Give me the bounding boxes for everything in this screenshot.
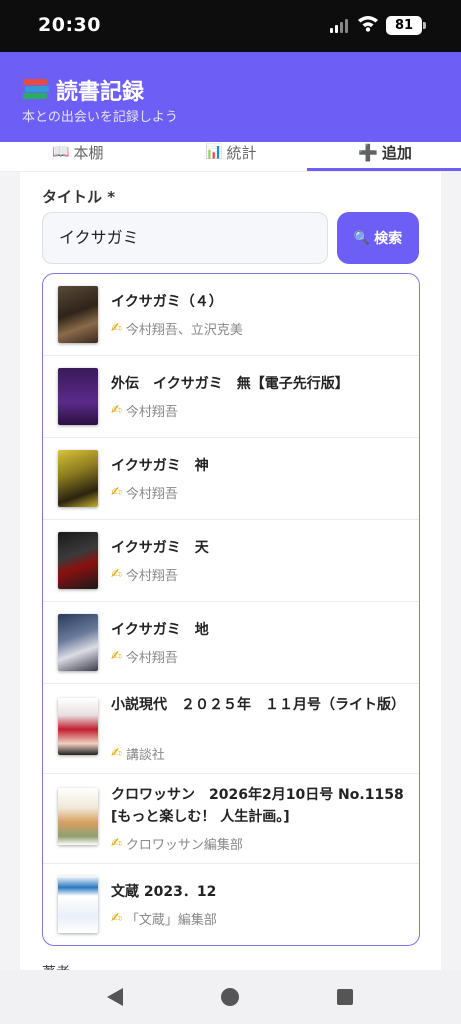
result-title: イクサガミ（４） — [111, 294, 223, 310]
result-author: ✍ 今村翔吾 — [111, 401, 178, 420]
result-title: 外伝 イクサガミ 無【電子先行版】 — [111, 376, 349, 392]
status-time: 20:30 — [38, 14, 101, 36]
app-title: 読書記録 — [22, 74, 144, 106]
books-icon — [22, 79, 49, 101]
result-title: クロワッサン 2026年2月10日号 No.1158 [もっと楽しむ！ 人生計画… — [111, 787, 404, 825]
book-cover — [58, 286, 98, 343]
book-cover — [58, 876, 98, 933]
writing-hand-icon: ✍ — [111, 746, 122, 761]
result-title: イクサガミ 天 — [111, 540, 209, 556]
tab-bar: 📖 本棚 📊 統計 ➕ 追加 — [0, 142, 461, 172]
writing-hand-icon: ✍ — [111, 403, 122, 418]
result-title: イクサガミ 神 — [111, 458, 209, 474]
app-subtitle: 本との出会いを記録しよう — [22, 110, 178, 125]
app-header: 読書記録 本との出会いを記録しよう — [0, 52, 461, 142]
search-icon: 🔍 — [353, 230, 371, 246]
book-icon: 📖 — [52, 144, 70, 160]
writing-hand-icon: ✍ — [111, 649, 122, 664]
result-author-text: クロワッサン編集部 — [125, 838, 243, 853]
status-bar: 20:30 81 — [0, 0, 461, 52]
title-field-label: タイトル * — [42, 188, 116, 206]
book-cover — [58, 698, 98, 755]
result-author-text: 今村翔吾 — [125, 651, 178, 666]
result-author: ✍ 今村翔吾、立沢克美 — [111, 319, 243, 338]
search-button-label: 検索 — [374, 231, 403, 247]
search-button[interactable]: 🔍 検索 — [337, 212, 419, 264]
book-cover — [58, 368, 98, 425]
writing-hand-icon: ✍ — [111, 567, 122, 582]
result-author: ✍ 今村翔吾 — [111, 565, 178, 584]
book-cover — [58, 788, 98, 845]
tab-bookshelf[interactable]: 📖 本棚 — [52, 142, 104, 171]
result-author: ✍ クロワッサン編集部 — [111, 834, 243, 853]
result-author-text: 今村翔吾 — [125, 405, 178, 420]
result-item[interactable]: 小説現代 ２０２５年 １１月号（ライト版） ✍ 講談社 — [43, 684, 419, 774]
home-icon[interactable] — [221, 988, 239, 1006]
tab-label: 統計 — [226, 143, 257, 162]
result-author-text: 今村翔吾 — [125, 487, 178, 502]
result-item[interactable]: イクサガミ 神 ✍ 今村翔吾 — [43, 438, 419, 520]
result-item[interactable]: イクサガミ（４） ✍ 今村翔吾、立沢克美 — [43, 274, 419, 356]
search-results-list: イクサガミ（４） ✍ 今村翔吾、立沢克美 外伝 イクサガミ 無【電子先行版】 ✍… — [42, 273, 420, 946]
result-item[interactable]: 文蔵 2023．12 ✍ 「文蔵」編集部 — [43, 864, 419, 945]
writing-hand-icon: ✍ — [111, 485, 122, 500]
result-item[interactable]: 外伝 イクサガミ 無【電子先行版】 ✍ 今村翔吾 — [43, 356, 419, 438]
app-title-text: 読書記録 — [56, 80, 145, 105]
result-author: ✍ 「文蔵」編集部 — [111, 909, 217, 928]
book-cover — [58, 450, 98, 507]
recents-icon[interactable] — [337, 989, 353, 1005]
result-author-text: 「文蔵」編集部 — [125, 913, 217, 928]
book-cover — [58, 614, 98, 671]
tab-label: 本棚 — [73, 143, 104, 162]
active-tab-indicator — [307, 168, 461, 171]
title-input[interactable]: イクサガミ — [42, 212, 328, 264]
writing-hand-icon: ✍ — [111, 321, 122, 336]
tab-stats[interactable]: 📊 統計 — [205, 142, 257, 171]
writing-hand-icon: ✍ — [111, 836, 122, 851]
result-title: 文蔵 2023．12 — [111, 884, 217, 900]
plus-icon: ➕ — [358, 142, 378, 162]
result-author-text: 今村翔吾 — [125, 569, 178, 584]
book-cover — [58, 532, 98, 589]
writing-hand-icon: ✍ — [111, 911, 122, 926]
battery-indicator: 81 — [386, 16, 426, 35]
tab-label: 追加 — [381, 143, 412, 162]
result-item[interactable]: イクサガミ 天 ✍ 今村翔吾 — [43, 520, 419, 602]
result-author-text: 講談社 — [125, 748, 165, 763]
result-title: 小説現代 ２０２５年 １１月号（ライト版） — [111, 697, 405, 713]
result-author: ✍ 今村翔吾 — [111, 647, 178, 666]
result-title: イクサガミ 地 — [111, 622, 209, 638]
result-item[interactable]: イクサガミ 地 ✍ 今村翔吾 — [43, 602, 419, 684]
wifi-icon — [358, 16, 378, 32]
result-item[interactable]: クロワッサン 2026年2月10日号 No.1158 [もっと楽しむ！ 人生計画… — [43, 774, 419, 864]
chart-icon: 📊 — [205, 144, 223, 160]
result-author-text: 今村翔吾、立沢克美 — [125, 323, 243, 338]
back-icon[interactable] — [107, 988, 123, 1006]
result-author: ✍ 今村翔吾 — [111, 483, 178, 502]
signal-icon — [330, 17, 350, 33]
result-author: ✍ 講談社 — [111, 744, 165, 763]
